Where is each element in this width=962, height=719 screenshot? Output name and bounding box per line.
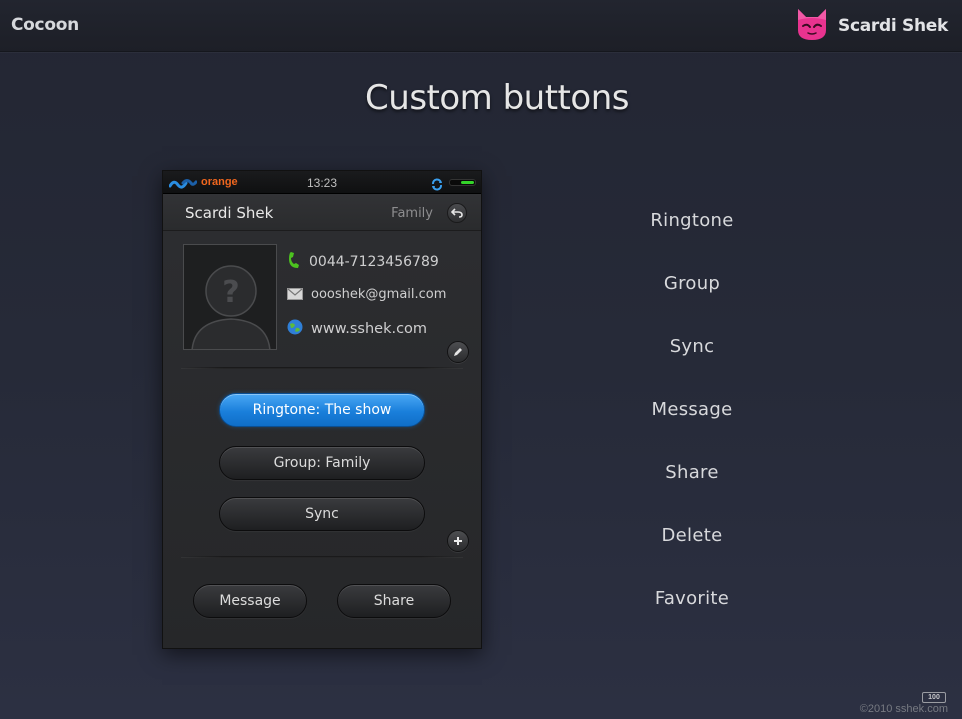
- phone-icon: [287, 251, 301, 273]
- footer-badge: 100: [922, 692, 946, 703]
- back-arrow-icon: [451, 208, 463, 218]
- ringtone-button[interactable]: Ringtone: The show: [219, 393, 425, 427]
- label-message: Message: [651, 399, 733, 420]
- back-button[interactable]: [447, 203, 467, 223]
- page-title: Custom buttons: [365, 78, 629, 118]
- contact-group: Family: [391, 206, 433, 221]
- contact-website-row[interactable]: www.sshek.com: [287, 319, 427, 339]
- cat-face-icon: [794, 6, 830, 46]
- add-button[interactable]: [447, 530, 469, 552]
- contact-header: Scardi Shek Family: [163, 194, 481, 231]
- contact-phone: 0044-7123456789: [309, 254, 439, 270]
- label-delete: Delete: [661, 525, 723, 546]
- group-button[interactable]: Group: Family: [219, 446, 425, 480]
- label-group: Group: [663, 273, 721, 294]
- sync-button[interactable]: Sync: [219, 497, 425, 531]
- label-ringtone: Ringtone: [650, 210, 734, 231]
- contact-email-row[interactable]: oooshek@gmail.com: [287, 285, 446, 304]
- share-button[interactable]: Share: [337, 584, 451, 618]
- contact-email: oooshek@gmail.com: [311, 287, 447, 302]
- battery-icon: [449, 179, 476, 186]
- contact-name: Scardi Shek: [185, 204, 274, 222]
- avatar[interactable]: ?: [183, 244, 277, 350]
- svg-text:?: ?: [222, 275, 239, 310]
- globe-icon: [287, 319, 303, 339]
- status-bar: orange 13:23: [163, 171, 481, 194]
- label-favorite: Favorite: [654, 588, 730, 609]
- plus-icon: [454, 537, 462, 545]
- contact-website: www.sshek.com: [311, 321, 428, 337]
- top-bar: Cocoon Scardi Shek: [0, 0, 962, 52]
- phone-mockup: orange 13:23 Scardi Shek Family ? 0044-7…: [162, 170, 482, 649]
- mail-icon: [287, 285, 303, 304]
- author-brand[interactable]: Scardi Shek: [794, 8, 948, 44]
- author-name: Scardi Shek: [838, 16, 948, 36]
- footer-copyright: ©2010 sshek.com: [859, 703, 948, 715]
- pencil-icon: [454, 348, 462, 356]
- message-button[interactable]: Message: [193, 584, 307, 618]
- unknown-person-icon: ?: [191, 265, 271, 349]
- edit-button[interactable]: [447, 341, 469, 363]
- sync-icon: [431, 176, 443, 195]
- section-divider: [181, 556, 463, 558]
- label-share: Share: [665, 462, 719, 483]
- app-brand[interactable]: Cocoon: [11, 15, 79, 35]
- section-divider: [181, 367, 463, 369]
- contact-phone-row[interactable]: 0044-7123456789: [287, 251, 439, 273]
- label-sync: Sync: [669, 336, 715, 357]
